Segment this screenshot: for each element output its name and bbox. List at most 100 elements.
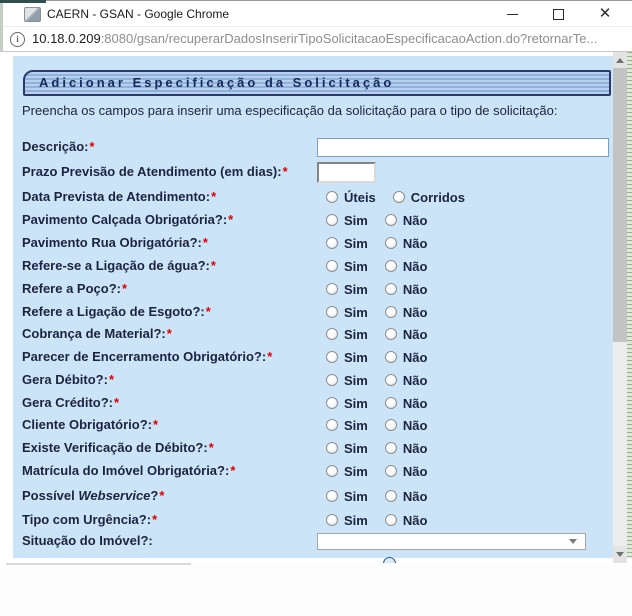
possivel-webservice-radio-não[interactable]: [385, 490, 397, 502]
form-header: Adicionar Especificação da Solicitação: [23, 70, 611, 96]
descricao-label: Descrição:*: [22, 136, 95, 158]
refere-poco-radio-sim[interactable]: [326, 283, 338, 295]
pavimento-rua-obrigatoria-option-label: Não: [403, 236, 428, 251]
window-shadow: [6, 563, 191, 565]
background-window-left-strip: [0, 3, 3, 52]
field-row-refere-poco: Refere a Poço?:*SimNão: [22, 278, 609, 300]
pavimento-calcada-obrigatoria-radio-não[interactable]: [385, 214, 397, 226]
gera-credito-radio-não[interactable]: [385, 397, 397, 409]
window-title: CAERN - GSAN - Google Chrome: [47, 1, 229, 27]
cliente-obrigatorio-radio-sim[interactable]: [326, 419, 338, 431]
existe-verificacao-debito-radio-não[interactable]: [385, 442, 397, 454]
select-dropdown-arrow-icon: [569, 539, 577, 544]
url-path: :8080/gsan/recuperarDadosInserirTipoSoli…: [101, 31, 598, 46]
matricula-imovel-obrigatoria-option-label: Sim: [344, 464, 368, 479]
data-prevista-atendimento-radio-corridos[interactable]: [393, 191, 405, 203]
gera-credito-option-label: Não: [403, 396, 428, 411]
refere-ligacao-esgoto-option-label: Não: [403, 305, 428, 320]
matricula-imovel-obrigatoria-radio-não[interactable]: [385, 465, 397, 477]
parecer-encerramento-obrigatorio-radio-não[interactable]: [385, 351, 397, 363]
possivel-webservice-radio-sim[interactable]: [326, 490, 338, 502]
field-row-situacao-imovel: Situação do Imóvel?:: [22, 530, 609, 552]
cliente-obrigatorio-option-label: Sim: [344, 418, 368, 433]
gera-credito-option-label: Sim: [344, 396, 368, 411]
data-prevista-atendimento-radio-úteis[interactable]: [326, 191, 338, 203]
cobranca-material-control: SimNão: [326, 323, 444, 345]
possivel-webservice-label: Possível Webservice?*: [22, 485, 164, 507]
pavimento-rua-obrigatoria-control: SimNão: [326, 232, 444, 254]
site-favicon-icon: [24, 7, 41, 22]
field-row-possivel-webservice: Possível Webservice?*SimNão: [22, 485, 609, 507]
background-window-right-sliver: [627, 52, 632, 558]
data-prevista-atendimento-label: Data Prevista de Atendimento:*: [22, 186, 216, 208]
existe-verificacao-debito-control: SimNão: [326, 437, 444, 459]
minimize-button[interactable]: [498, 1, 528, 27]
refere-se-ligacao-agua-radio-sim[interactable]: [326, 260, 338, 272]
scroll-up-button[interactable]: [613, 52, 627, 69]
field-row-pavimento-rua-obrigatoria: Pavimento Rua Obrigatória?:* SimNão: [22, 232, 609, 254]
matricula-imovel-obrigatoria-radio-sim[interactable]: [326, 465, 338, 477]
refere-poco-radio-não[interactable]: [385, 283, 397, 295]
existe-verificacao-debito-radio-sim[interactable]: [326, 442, 338, 454]
field-row-parecer-encerramento-obrigatorio: Parecer de Encerramento Obrigatório?:* Si…: [22, 346, 609, 368]
browser-popup-window: CAERN - GSAN - Google Chrome ✕ i 10.18.0…: [0, 0, 632, 616]
pavimento-calcada-obrigatoria-control: SimNão: [326, 209, 444, 231]
gera-credito-radio-sim[interactable]: [326, 397, 338, 409]
field-row-refere-se-ligacao-agua: Refere-se a Ligação de água?:*SimNão: [22, 255, 609, 277]
scrollbar-thumb[interactable]: [613, 68, 627, 342]
pavimento-rua-obrigatoria-label: Pavimento Rua Obrigatória?:*: [22, 232, 208, 254]
tipo-com-urgencia-radio-não[interactable]: [385, 514, 397, 526]
required-marker: *: [283, 164, 288, 179]
situacao-imovel-label: Situação do Imóvel?:: [22, 530, 153, 552]
pavimento-rua-obrigatoria-radio-não[interactable]: [385, 237, 397, 249]
prazo-previsao-atendimento-label: Prazo Previsão de Atendimento (em dias):…: [22, 161, 288, 183]
cliente-obrigatorio-control: SimNão: [326, 414, 444, 436]
matricula-imovel-obrigatoria-control: SimNão: [326, 460, 444, 482]
required-marker: *: [206, 304, 211, 319]
refere-ligacao-esgoto-radio-sim[interactable]: [326, 306, 338, 318]
vertical-scrollbar[interactable]: [613, 52, 627, 563]
cliente-obrigatorio-radio-não[interactable]: [385, 419, 397, 431]
gera-debito-radio-sim[interactable]: [326, 374, 338, 386]
parecer-encerramento-obrigatorio-label: Parecer de Encerramento Obrigatório?:*: [22, 346, 272, 368]
pavimento-rua-obrigatoria-radio-sim[interactable]: [326, 237, 338, 249]
required-marker: *: [211, 189, 216, 204]
pavimento-calcada-obrigatoria-label: Pavimento Calçada Obrigatória?:*: [22, 209, 233, 231]
gera-debito-radio-não[interactable]: [385, 374, 397, 386]
field-row-descricao: Descrição:*: [22, 136, 609, 158]
form-instruction: Preencha os campos para inserir uma espe…: [22, 103, 557, 118]
cobranca-material-radio-não[interactable]: [385, 328, 397, 340]
descricao-input[interactable]: [317, 138, 609, 157]
cobranca-material-label: Cobrança de Material?:*: [22, 323, 172, 345]
close-button[interactable]: ✕: [590, 1, 620, 27]
address-bar[interactable]: i 10.18.0.209:8080/gsan/recuperarDadosIn…: [0, 26, 632, 52]
field-row-existe-verificacao-debito: Existe Verificação de Débito?:*SimNão: [22, 437, 609, 459]
pavimento-calcada-obrigatoria-radio-sim[interactable]: [326, 214, 338, 226]
refere-ligacao-esgoto-control: SimNão: [326, 301, 444, 323]
window-titlebar: CAERN - GSAN - Google Chrome ✕: [0, 0, 632, 26]
prazo-previsao-atendimento-input[interactable]: [317, 162, 376, 183]
maximize-button[interactable]: [544, 1, 574, 27]
refere-ligacao-esgoto-radio-não[interactable]: [385, 306, 397, 318]
refere-se-ligacao-agua-radio-não[interactable]: [385, 260, 397, 272]
page-info-icon[interactable]: i: [10, 32, 25, 47]
situacao-imovel-select[interactable]: [317, 533, 586, 550]
background-window-top-strip: [0, 0, 46, 3]
required-marker: *: [109, 372, 114, 387]
pavimento-calcada-obrigatoria-option-label: Sim: [344, 213, 368, 228]
cobranca-material-radio-sim[interactable]: [326, 328, 338, 340]
possivel-webservice-option-label: Sim: [344, 489, 368, 504]
parecer-encerramento-obrigatorio-radio-sim[interactable]: [326, 351, 338, 363]
refere-poco-option-label: Sim: [344, 282, 368, 297]
required-marker: *: [267, 349, 272, 364]
matricula-imovel-obrigatoria-label: Matrícula do Imóvel Obrigatória?:*: [22, 460, 235, 482]
field-row-cliente-obrigatorio: Cliente Obrigatório?:*SimNão: [22, 414, 609, 436]
maximize-icon: [553, 9, 564, 20]
parecer-encerramento-obrigatorio-control: SimNão: [326, 346, 444, 368]
tipo-com-urgencia-radio-sim[interactable]: [326, 514, 338, 526]
scroll-down-button[interactable]: [613, 546, 627, 563]
refere-se-ligacao-agua-control: SimNão: [326, 255, 444, 277]
gera-debito-option-label: Não: [403, 373, 428, 388]
parecer-encerramento-obrigatorio-option-label: Não: [403, 350, 428, 365]
required-marker: *: [230, 463, 235, 478]
